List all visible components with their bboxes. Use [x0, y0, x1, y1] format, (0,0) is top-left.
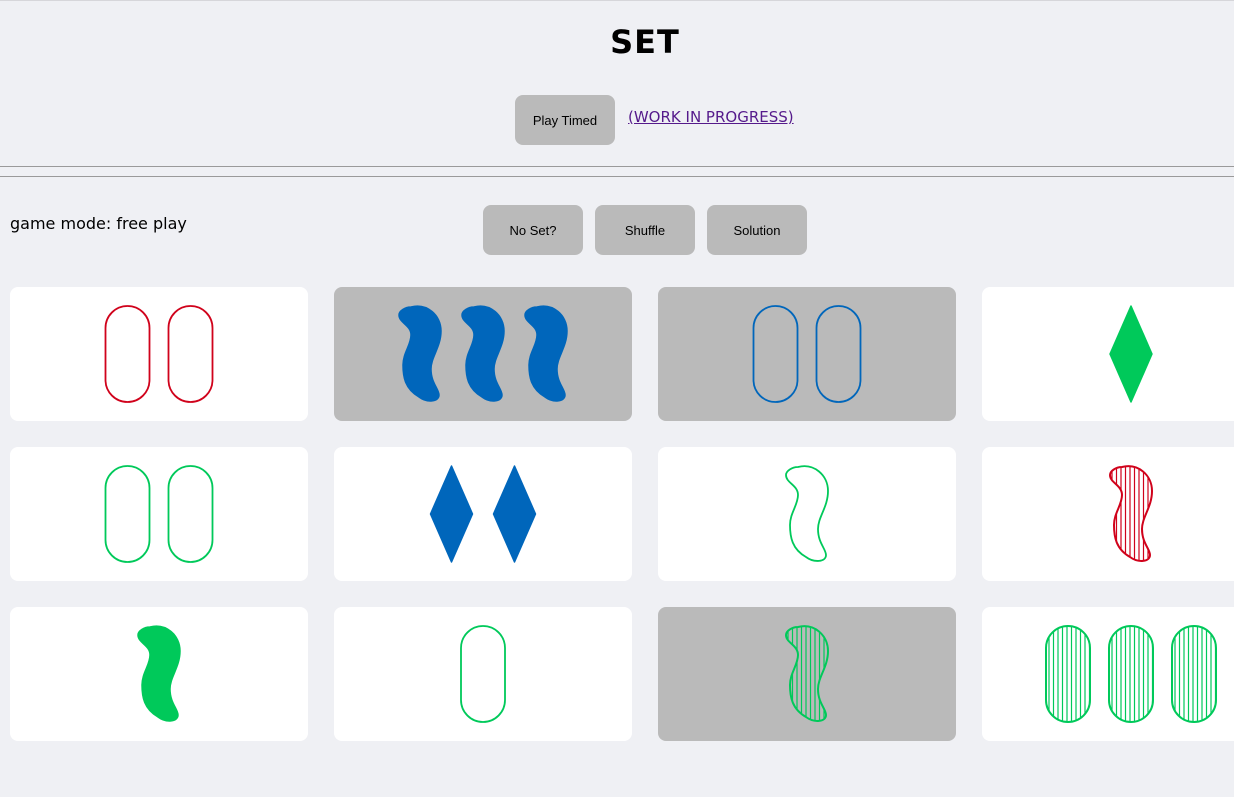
- set-card[interactable]: [982, 287, 1234, 421]
- oval-symbol: [460, 625, 506, 723]
- no-set-button[interactable]: No Set?: [483, 205, 583, 255]
- squiggle-symbol: [524, 305, 568, 402]
- oval-symbol: [167, 305, 214, 403]
- oval-symbol: [104, 465, 151, 563]
- squiggle-symbol: [398, 305, 442, 402]
- oval-symbol: [104, 305, 151, 403]
- shuffle-button[interactable]: Shuffle: [595, 205, 695, 255]
- divider-bottom: [0, 176, 1234, 177]
- set-card[interactable]: [10, 287, 308, 421]
- play-timed-button[interactable]: Play Timed: [515, 95, 615, 145]
- diamond-symbol: [429, 465, 474, 563]
- oval-symbol: [1045, 624, 1091, 723]
- set-card[interactable]: [982, 607, 1234, 741]
- set-card[interactable]: [982, 447, 1234, 581]
- divider-top: [0, 166, 1234, 167]
- diamond-symbol: [1109, 305, 1153, 403]
- set-card[interactable]: [10, 447, 308, 581]
- game-mode-label: game mode: free play: [10, 214, 187, 233]
- set-card[interactable]: [658, 447, 956, 581]
- squiggle-symbol: [784, 625, 830, 722]
- oval-symbol: [752, 305, 799, 403]
- page-title: SET: [610, 23, 680, 61]
- diamond-symbol: [492, 465, 537, 563]
- set-card[interactable]: [334, 287, 632, 421]
- set-card[interactable]: [658, 607, 956, 741]
- solution-button[interactable]: Solution: [707, 205, 807, 255]
- oval-symbol: [1171, 624, 1217, 723]
- set-card[interactable]: [334, 607, 632, 741]
- squiggle-symbol: [785, 465, 829, 562]
- work-in-progress-link[interactable]: (WORK IN PROGRESS): [628, 108, 794, 126]
- set-card[interactable]: [334, 447, 632, 581]
- squiggle-symbol: [1108, 465, 1154, 562]
- oval-symbol: [167, 465, 214, 563]
- set-card[interactable]: [658, 287, 956, 421]
- squiggle-symbol: [461, 305, 505, 402]
- oval-symbol: [1108, 624, 1154, 723]
- oval-symbol: [815, 305, 862, 403]
- squiggle-symbol: [137, 625, 181, 722]
- set-card[interactable]: [10, 607, 308, 741]
